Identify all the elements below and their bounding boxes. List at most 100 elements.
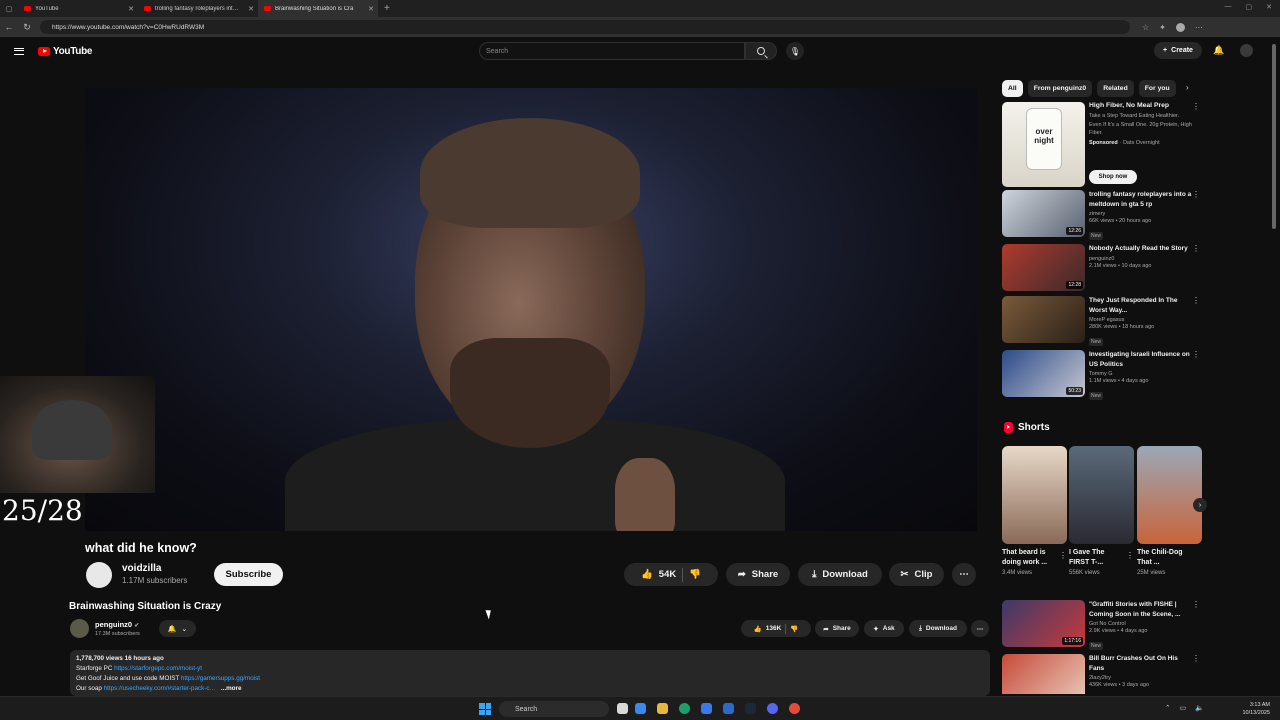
chevron-up-icon[interactable]: ⌃ — [1165, 704, 1171, 712]
steam-icon[interactable] — [745, 703, 756, 714]
mail-icon[interactable] — [723, 703, 734, 714]
short-thumbnail[interactable] — [1002, 446, 1067, 544]
video-player[interactable] — [85, 88, 977, 531]
rec-title: Nobody Actually Read the Story — [1089, 245, 1188, 252]
chip-from-channel[interactable]: From penguinz0 — [1027, 80, 1093, 97]
video-thumbnail[interactable]: 50:23 — [1002, 350, 1085, 397]
video-thumbnail[interactable]: 12:28 — [1002, 244, 1085, 291]
more-vert-icon[interactable]: ⋮ — [1192, 296, 1200, 305]
subscribed-notification-button[interactable]: 🔔 ⌄ — [159, 620, 196, 637]
edge-icon[interactable] — [679, 703, 690, 714]
download-button[interactable]: ⤓ Download — [909, 620, 967, 637]
close-tab-icon[interactable]: ✕ — [368, 5, 374, 13]
video-thumbnail[interactable] — [1002, 654, 1085, 694]
like-dislike-button[interactable]: 👍 136K 👎 — [741, 620, 811, 637]
video-thumbnail[interactable]: 1:17:16 — [1002, 600, 1085, 647]
browser-tab-trolling[interactable]: trolling fantasy roleplayers into a ✕ — [138, 0, 258, 17]
recommended-video[interactable]: 12:28 Nobody Actually Read the Story pen… — [1002, 244, 1202, 292]
close-tab-icon[interactable]: ✕ — [248, 5, 254, 13]
channel-avatar[interactable] — [70, 619, 89, 638]
chrome-icon[interactable] — [789, 703, 800, 714]
short-card[interactable]: I Gave The FIRST T-... 556K views ⋮ — [1069, 446, 1134, 576]
hamburger-menu-icon[interactable] — [14, 47, 24, 55]
minimize-icon[interactable]: — — [1225, 3, 1232, 11]
more-actions-button[interactable]: ⋯ — [971, 620, 989, 637]
discord-icon[interactable] — [767, 703, 778, 714]
chip-all[interactable]: All — [1002, 80, 1023, 97]
task-view-icon[interactable] — [617, 703, 628, 714]
ad-thumbnail[interactable]: over night — [1002, 102, 1085, 187]
voice-search-button[interactable]: 🎙 — [786, 42, 804, 60]
search-button[interactable] — [745, 42, 777, 60]
ask-button[interactable]: ✦ Ask — [864, 620, 904, 637]
close-tab-icon[interactable]: ✕ — [128, 5, 134, 13]
thumbs-down-icon[interactable]: 👎 — [790, 625, 798, 633]
overlay-download-label: Download — [822, 569, 868, 580]
copilot-icon[interactable] — [635, 703, 646, 714]
search-input[interactable]: Search — [479, 42, 745, 60]
sponsored-ad[interactable]: over night High Fiber, No Meal Prep Take… — [1002, 102, 1202, 187]
new-tab-icon[interactable]: + — [384, 3, 390, 14]
taskbar-search[interactable]: Search — [499, 701, 609, 717]
share-button[interactable]: ➦ Share — [815, 620, 859, 637]
extensions-icon[interactable]: ✦ — [1159, 23, 1166, 32]
recommended-video[interactable]: Bill Burr Crashes Out On His Fans 2lazy2… — [1002, 654, 1202, 694]
refresh-icon[interactable]: ↻ — [18, 22, 36, 33]
more-vert-icon[interactable]: ⋮ — [1192, 350, 1200, 359]
more-vert-icon[interactable]: ⋮ — [1192, 244, 1200, 253]
short-thumbnail[interactable] — [1069, 446, 1134, 544]
short-title: That beard is doing work ... — [1002, 549, 1048, 566]
short-thumbnail[interactable] — [1137, 446, 1202, 544]
shorts-next-button[interactable]: › — [1193, 498, 1207, 512]
menu-dots-icon[interactable]: ⋯ — [1195, 23, 1203, 32]
close-window-icon[interactable]: ✕ — [1266, 3, 1272, 11]
taskbar-clock[interactable]: 3:13 AM 10/13/2025 — [1242, 701, 1270, 717]
description-box[interactable]: 1,778,700 views 16 hours ago Starforge P… — [70, 650, 990, 696]
description-link[interactable]: https://usecheeky.com/#starter-pack-c... — [104, 685, 215, 692]
url-field[interactable]: https://www.youtube.com/watch?v=C0HwRUdR… — [40, 20, 1130, 34]
back-icon[interactable]: ← — [0, 22, 18, 32]
description-link[interactable]: https://gamersupps.gg/moist — [181, 675, 260, 682]
chip-related[interactable]: Related — [1097, 80, 1134, 97]
store-icon[interactable] — [701, 703, 712, 714]
recommended-video[interactable]: 50:23 Investigating Israeli Influence on… — [1002, 350, 1202, 400]
profile-icon[interactable] — [1175, 22, 1185, 32]
video-info: They Just Responded In The Worst Way... … — [1089, 296, 1193, 348]
chip-for-you[interactable]: For you — [1138, 80, 1176, 97]
description-line-3: Our soap https://usecheeky.com/#starter-… — [76, 684, 984, 694]
maximize-icon[interactable]: ▢ — [1246, 3, 1253, 11]
recommended-video[interactable]: 12:26 trolling fantasy roleplayers into … — [1002, 190, 1202, 240]
more-vert-icon[interactable]: ⋮ — [1126, 551, 1134, 560]
star-icon[interactable]: ☆ — [1142, 23, 1149, 32]
network-icon[interactable]: ▭ — [1180, 704, 1187, 712]
create-button[interactable]: + Create — [1154, 42, 1202, 59]
chevron-right-icon[interactable]: › — [1186, 83, 1189, 92]
more-vert-icon[interactable]: ⋮ — [1192, 190, 1200, 199]
advertiser-name: Oats Overnight — [1122, 139, 1160, 146]
description-link[interactable]: https://starforgepc.com/moist-yt — [114, 665, 202, 672]
file-explorer-icon[interactable] — [657, 703, 668, 714]
short-card[interactable]: That beard is doing work ... 3.4M views … — [1002, 446, 1067, 576]
show-more-link[interactable]: ...more — [221, 685, 242, 692]
more-vert-icon[interactable]: ⋮ — [1192, 654, 1200, 663]
shop-now-button[interactable]: Shop now — [1089, 170, 1137, 184]
recommended-video[interactable]: 1:17:16 "Graffiti Stories with FISHE | C… — [1002, 600, 1202, 650]
notifications-bell-icon[interactable]: 🔔 — [1213, 45, 1224, 56]
channel-name[interactable]: penguinz0 ✔ — [95, 620, 139, 629]
account-avatar[interactable] — [1240, 44, 1253, 57]
browser-tab-youtube[interactable]: YouTube ✕ — [18, 0, 138, 17]
more-vert-icon[interactable]: ⋮ — [1059, 551, 1067, 560]
more-vert-icon[interactable]: ⋮ — [1192, 600, 1200, 609]
browser-tab-brainwashing[interactable]: Brainwashing Situation is Cra ✕ — [258, 0, 378, 17]
short-card[interactable]: The Chili-Dog That ... 25M views — [1137, 446, 1202, 576]
video-thumbnail[interactable]: 12:26 — [1002, 190, 1085, 237]
video-thumbnail[interactable] — [1002, 296, 1085, 343]
tab-actions-icon[interactable]: ▢ — [0, 5, 18, 13]
youtube-logo[interactable]: YouTube — [38, 46, 93, 57]
volume-icon[interactable]: 🔈 — [1195, 704, 1204, 712]
more-vert-icon[interactable]: ⋮ — [1192, 102, 1200, 111]
windows-start-icon[interactable] — [479, 703, 491, 715]
page-scrollbar[interactable] — [1272, 44, 1276, 229]
thumbs-up-icon[interactable]: 👍 — [754, 625, 762, 633]
recommended-video[interactable]: They Just Responded In The Worst Way... … — [1002, 296, 1202, 346]
